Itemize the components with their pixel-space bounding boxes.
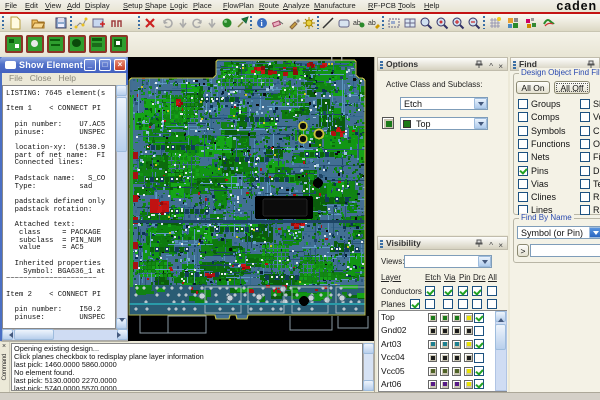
- svg-text:ab: ab: [368, 20, 376, 27]
